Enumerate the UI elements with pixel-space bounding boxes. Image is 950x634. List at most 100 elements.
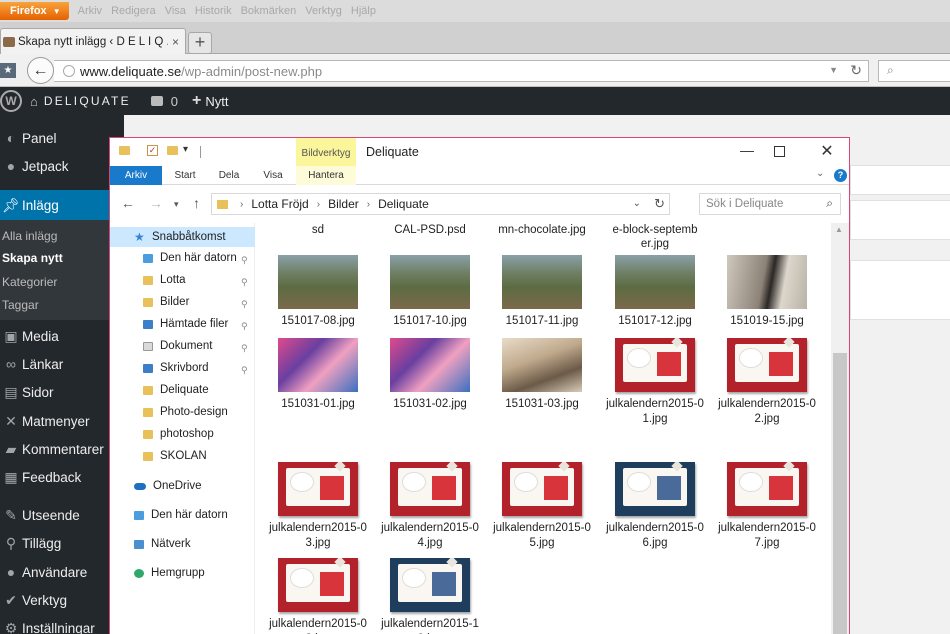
bookmark-icon[interactable]: ★	[0, 63, 16, 78]
explorer-search-input[interactable]: Sök i Deliquate ⌕	[699, 193, 841, 215]
nav-skrivbord[interactable]: Skrivbord	[143, 362, 209, 374]
menu-historik[interactable]: Historik	[195, 5, 232, 17]
tab-visa[interactable]: Visa	[254, 166, 292, 185]
menu-sidor[interactable]: ▤ Sidor	[0, 378, 124, 406]
nav-natverk[interactable]: Nätverk	[134, 538, 191, 550]
menu-hjalp[interactable]: Hjälp	[351, 5, 376, 17]
menu-tillagg[interactable]: ⚲ Tillägg	[0, 529, 124, 557]
comments-count[interactable]: 0	[171, 94, 178, 109]
address-dropdown-icon[interactable]: ⌄	[633, 198, 641, 209]
menu-verktyg[interactable]: Verktyg	[305, 5, 342, 17]
new-folder-icon[interactable]	[167, 146, 178, 155]
menu-arkiv[interactable]: Arkiv	[78, 5, 102, 17]
home-icon[interactable]: ⌂	[30, 94, 38, 109]
nav-photo-design[interactable]: Photo-design	[143, 406, 228, 418]
card-product	[432, 476, 456, 500]
nav-skolan[interactable]: SKOLAN	[143, 450, 207, 462]
breadcrumb-bilder[interactable]: Bilder	[328, 197, 359, 211]
pin-icon[interactable]: ⚲	[241, 299, 248, 310]
new-content-link[interactable]: Nytt	[205, 94, 228, 109]
address-bar[interactable]: › Lotta Fröjd › Bilder › Deliquate ⌄ ↻	[211, 193, 670, 215]
tab-start[interactable]: Start	[165, 166, 205, 185]
menu-panel[interactable]: ◐ Panel	[0, 124, 124, 152]
tab-hantera[interactable]: Hantera	[296, 166, 356, 185]
menu-verktyg[interactable]: ✔ Verktyg	[0, 586, 124, 614]
menu-feedback[interactable]: ▦ Feedback	[0, 463, 124, 491]
vertical-scrollbar[interactable]: ▲	[831, 223, 849, 634]
nav-hemgrupp[interactable]: Hemgrupp	[134, 567, 205, 579]
refresh-icon[interactable]: ↻	[654, 196, 665, 212]
browser-tab[interactable]: Skapa nytt inlägg ‹ D E L I Q ... ×	[0, 28, 186, 55]
maximize-button[interactable]	[774, 146, 785, 157]
forward-arrow-icon[interactable]: →	[149, 195, 163, 211]
plugin-icon: ⚲	[5, 534, 17, 551]
nav-deliquate[interactable]: Deliquate	[143, 384, 209, 396]
url-dropdown-icon[interactable]: ▼	[829, 65, 838, 75]
contextual-tab-bildverktyg: Bildverktyg	[296, 138, 356, 166]
help-icon[interactable]: ?	[834, 169, 847, 182]
pin-icon[interactable]: ⚲	[241, 277, 248, 288]
nav-this-pc-pinned[interactable]: Den här datorn	[143, 252, 237, 264]
scroll-up-icon[interactable]: ▲	[835, 225, 843, 234]
separator	[200, 146, 201, 158]
plus-icon[interactable]: +	[192, 92, 201, 110]
nav-bilder[interactable]: Bilder	[143, 296, 189, 308]
submenu-alla-inlagg[interactable]: Alla inlägg	[2, 229, 57, 243]
menu-utseende[interactable]: ✎ Utseende	[0, 501, 124, 529]
back-arrow-icon[interactable]: ←	[121, 195, 135, 211]
tab-arkiv[interactable]: Arkiv	[110, 166, 162, 185]
breadcrumb-lotta-frojd[interactable]: Lotta Fröjd	[251, 197, 308, 211]
wordpress-logo-icon[interactable]: W	[0, 90, 22, 112]
menu-jetpack[interactable]: ● Jetpack	[0, 152, 124, 180]
pin-icon[interactable]: ⚲	[241, 365, 248, 376]
submenu-skapa-nytt[interactable]: Skapa nytt	[2, 251, 63, 265]
breadcrumb-deliquate[interactable]: Deliquate	[378, 197, 429, 211]
tab-dela[interactable]: Dela	[210, 166, 248, 185]
menu-anvandare[interactable]: ● Användare	[0, 558, 124, 586]
up-arrow-icon[interactable]: ↑	[193, 195, 200, 211]
quick-access-dropdown-icon[interactable]: ▾	[183, 144, 188, 155]
menu-inlagg[interactable]: 📌︎ Inlägg	[0, 190, 124, 220]
nav-dokument[interactable]: Dokument	[143, 340, 212, 352]
firefox-menu-button[interactable]: Firefox ▼	[0, 2, 69, 20]
nav-quick-access[interactable]: ★ Snabbåtkomst	[110, 227, 255, 247]
dashboard-icon: ◐	[6, 130, 16, 146]
menu-visa[interactable]: Visa	[165, 5, 186, 17]
reload-icon[interactable]: ↻	[850, 62, 862, 79]
pin-icon[interactable]: ⚲	[241, 321, 248, 332]
comments-icon: ▰	[5, 440, 17, 457]
scrollbar-thumb[interactable]	[833, 353, 847, 634]
chevron-down-icon[interactable]: ⌄	[816, 168, 824, 179]
menu-media[interactable]: ▣ Media	[0, 322, 124, 350]
menu-lankar[interactable]: ∞ Länkar	[0, 350, 124, 378]
pin-icon[interactable]: ⚲	[241, 343, 248, 354]
site-name[interactable]: DELIQUATE	[44, 94, 131, 108]
menu-redigera[interactable]: Redigera	[111, 5, 156, 17]
comments-icon[interactable]	[150, 96, 163, 106]
file-name-partial[interactable]: mn-chocolate.jpg	[492, 223, 592, 237]
pin-icon[interactable]: ⚲	[241, 255, 248, 266]
properties-icon[interactable]: ✓	[147, 145, 158, 156]
menu-matmenyer[interactable]: ✕ Matmenyer	[0, 407, 124, 435]
nav-this-pc[interactable]: Den här datorn	[134, 509, 228, 521]
nav-lotta[interactable]: Lotta	[143, 274, 186, 286]
nav-photoshop[interactable]: photoshop	[143, 428, 214, 440]
browser-search-field[interactable]: ⌕	[878, 60, 950, 82]
file-name-partial[interactable]: CAL-PSD.psd	[380, 223, 480, 237]
submenu-kategorier[interactable]: Kategorier	[2, 275, 57, 289]
recent-locations-icon[interactable]: ▾	[174, 199, 179, 210]
nav-hamtade-filer[interactable]: Hämtade filer	[143, 318, 228, 330]
close-button[interactable]: ✕	[816, 141, 838, 161]
submenu-taggar[interactable]: Taggar	[2, 298, 39, 312]
menu-kommentarer[interactable]: ▰ Kommentarer	[0, 435, 124, 463]
menu-installningar[interactable]: ⚙ Inställningar	[0, 614, 124, 634]
file-name-partial[interactable]: sd	[268, 223, 368, 237]
file-name-partial[interactable]: e-block-septemb er.jpg	[605, 223, 705, 251]
menu-bokmarken[interactable]: Bokmärken	[241, 5, 297, 17]
back-button[interactable]: ←	[27, 57, 54, 84]
nav-onedrive[interactable]: OneDrive	[134, 480, 202, 492]
tab-close-icon[interactable]: ×	[172, 35, 179, 49]
minimize-button[interactable]: —	[732, 142, 762, 158]
new-tab-button[interactable]: +	[188, 32, 212, 54]
url-bar[interactable]: www.deliquate.se/wp-admin/post-new.php ▼…	[54, 60, 869, 82]
